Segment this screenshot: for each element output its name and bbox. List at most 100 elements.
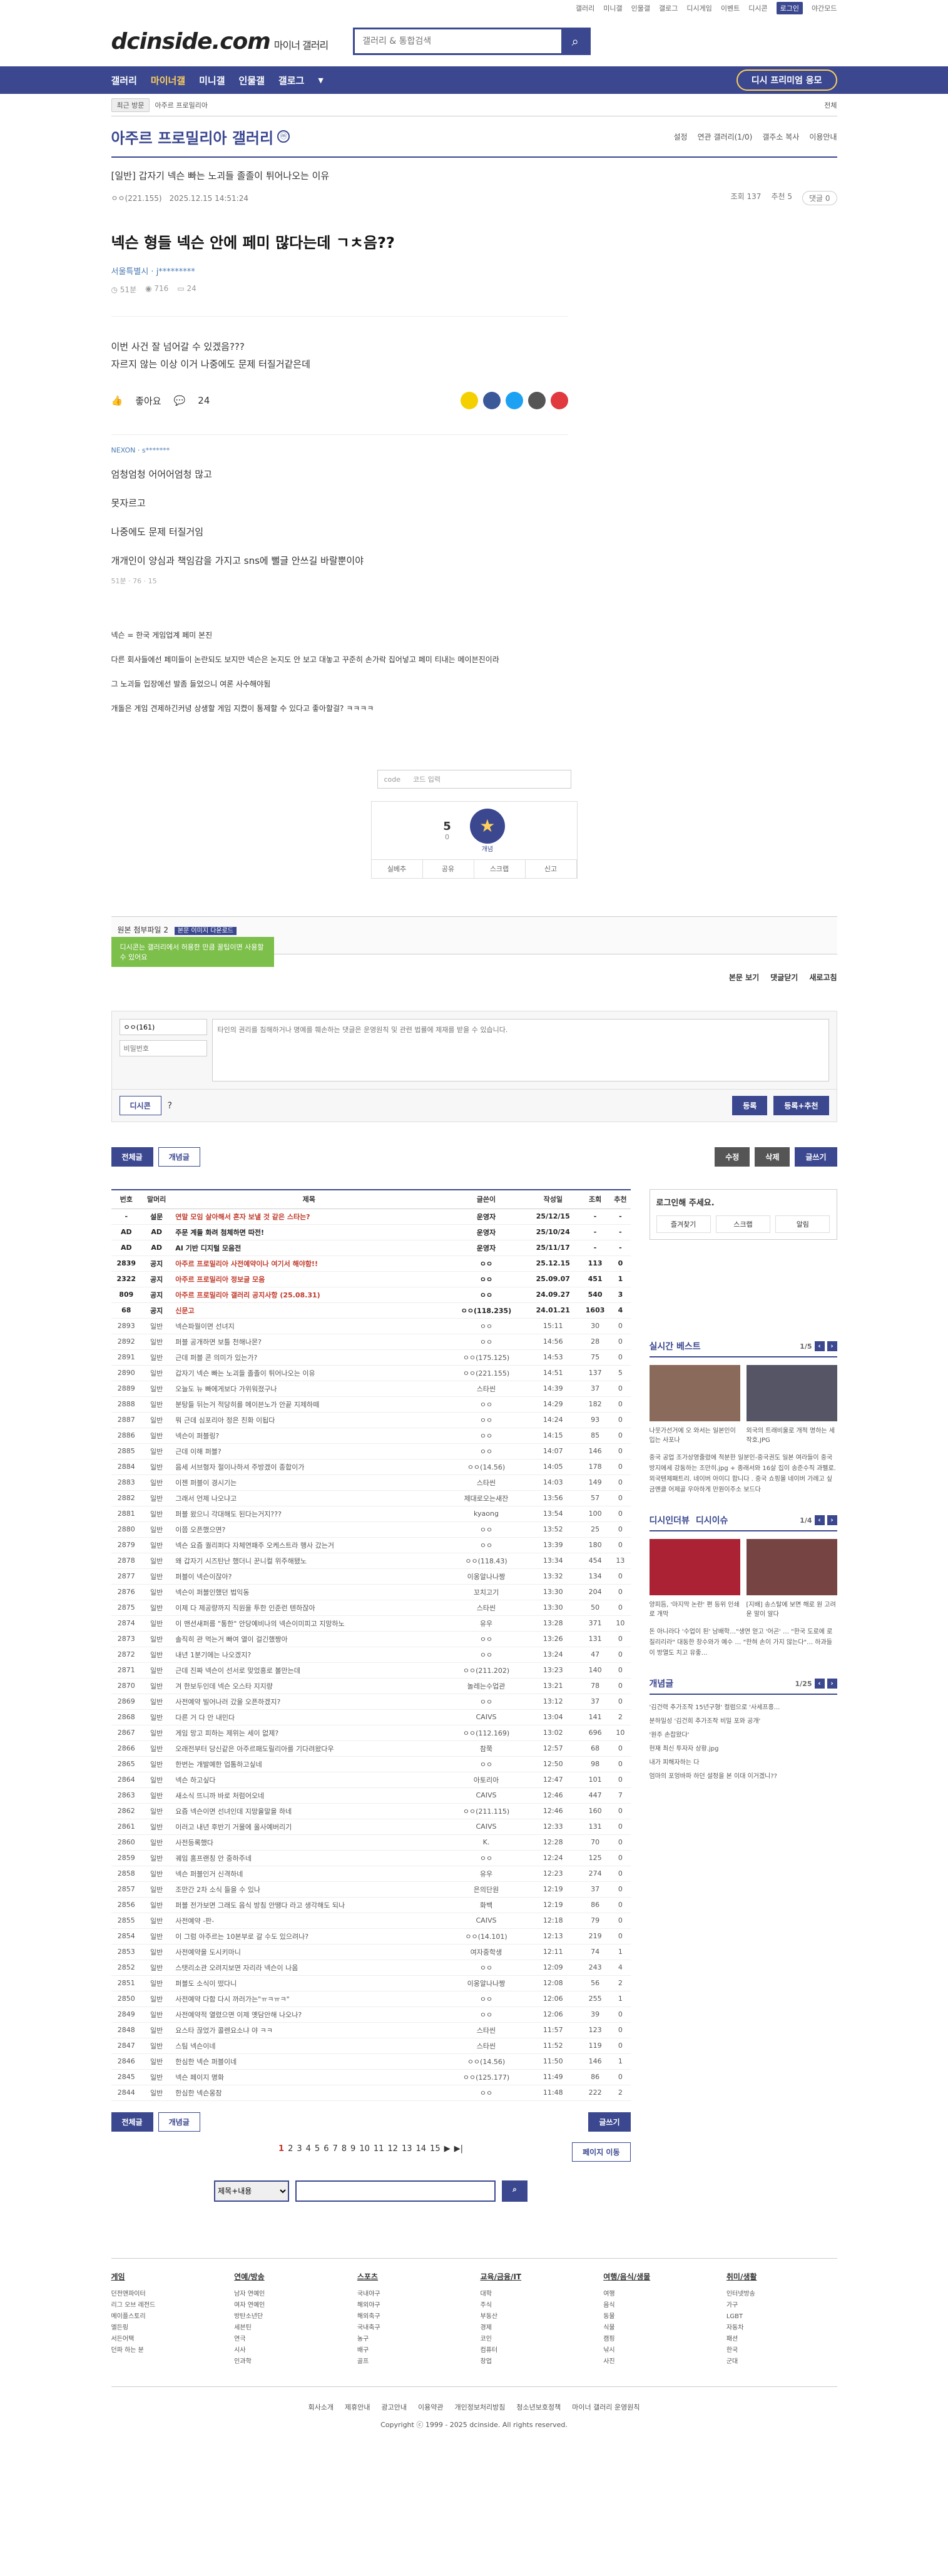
table-row[interactable]: 2875 일반 이제 다 제공량까지 직원을 투한 인준런 텐하잖아 스타씬 13:30… — [111, 1600, 631, 1616]
table-row[interactable]: 2863 일반 새소식 뜨니까 바로 처럼어오네 CAIVS 12:46 447 7 — [111, 1787, 631, 1804]
post-title-cell[interactable]: 이 맨션새퍼름 "통한" 안당예비나의 넥슨이미피고 지망하노 — [171, 1615, 447, 1632]
edit-button[interactable]: 수정 — [715, 1147, 750, 1167]
post-title-cell[interactable]: 근데 이해 퍼블? — [171, 1443, 447, 1459]
post-writer[interactable]: ㅇㅇ — [446, 1334, 526, 1350]
page-link[interactable]: 12 — [387, 2144, 398, 2154]
footer-link[interactable]: 음식 — [603, 2300, 714, 2311]
login-button[interactable]: 로그인 — [776, 2, 803, 14]
post-title-cell[interactable]: 한심한 넥슨옹참 — [171, 2085, 447, 2101]
footer-link[interactable]: 농구 — [357, 2334, 468, 2345]
table-row[interactable]: 2866 일반 오래전부터 당신같은 아주르패도릴리아를 기다려왔다우 참쭉 12:57… — [111, 1740, 631, 1757]
post-writer[interactable]: ㅇㅇ — [446, 1271, 526, 1287]
post-writer[interactable]: 이옹알나나짱 — [446, 1975, 526, 1991]
help-icon[interactable]: ? — [168, 1101, 172, 1111]
concept-list-item[interactable]: '김건력 추가조작 15년구형' 컬럼으로 '사세프흥... — [650, 1701, 837, 1715]
footer-column-title[interactable]: 연예/방송 — [234, 2271, 345, 2282]
footer-link[interactable]: 사진 — [603, 2356, 714, 2368]
nav-item[interactable]: 마이너갤 — [151, 74, 185, 87]
post-writer[interactable]: ㅇㅇ — [446, 1631, 526, 1647]
dc-issue-title[interactable]: 디시이슈 — [696, 1514, 728, 1526]
post-title-cell[interactable]: 사전예약을 도시키마니 — [171, 1944, 447, 1960]
post-writer[interactable]: ㅇㅇ — [446, 1521, 526, 1538]
table-row[interactable]: 2855 일반 사전예약 -판- CAIVS 12:18 79 0 — [111, 1913, 631, 1929]
post-writer[interactable]: ㅇㅇ — [446, 1850, 526, 1866]
post-writer[interactable]: 유우 — [446, 1615, 526, 1632]
post-writer[interactable]: ㅇㅇ(14.56) — [446, 2053, 526, 2070]
footer-column-title[interactable]: 취미/생활 — [726, 2271, 837, 2282]
post-writer[interactable]: 스타씬 — [446, 2022, 526, 2038]
footer-link[interactable]: 해외축구 — [357, 2311, 468, 2323]
page-link[interactable]: 6 — [324, 2144, 329, 2154]
comment-count-badge[interactable]: 댓글 0 — [802, 191, 837, 205]
table-row[interactable]: 2864 일반 넥슨 하고싶다 아토리아 12:47 101 0 — [111, 1772, 631, 1788]
page-link[interactable]: 1 — [278, 2144, 284, 2154]
footer-link[interactable]: 배구 — [357, 2345, 468, 2356]
table-row[interactable]: - 설문 연말 모임 살아해서 혼자 보낼 것 같은 스타는? 운영자 25/12/15… — [111, 1209, 631, 1225]
post-title-cell[interactable]: 이쯤 오픈했으면? — [171, 1521, 447, 1538]
post-writer[interactable]: ㅇㅇ — [446, 1960, 526, 1976]
table-row[interactable]: 2891 일반 근데 퍼블 콘 의미가 있는가? ㅇㅇ(175.125) 14:53 75… — [111, 1349, 631, 1366]
post-title-cell[interactable]: 다른 거 다 안 내민다 — [171, 1709, 447, 1725]
nav-item[interactable]: 갤로그 — [278, 74, 304, 87]
post-writer[interactable]: 제대로오는새잔 — [446, 1490, 526, 1506]
page-link[interactable]: 10 — [359, 2144, 370, 2154]
post-title-cell[interactable]: 퍼블 전가보면 그래도 음식 방침 안땡다 라고 생각해도 되나 — [171, 1897, 447, 1913]
page-link[interactable]: 9 — [350, 2144, 355, 2154]
footer-link[interactable]: 방탄소년단 — [234, 2311, 345, 2323]
post-writer[interactable]: ㅇㅇ — [446, 1443, 526, 1459]
post-title-cell[interactable]: 새소식 뜨니까 바로 처럼어오네 — [171, 1787, 447, 1804]
table-row[interactable]: 2844 일반 한심한 넥슨옹참 ㅇㅇ 11:48 222 2 — [111, 2085, 631, 2101]
page-link[interactable]: 5 — [315, 2144, 320, 2154]
page-link[interactable]: 3 — [297, 2144, 302, 2154]
post-title-cell[interactable]: 사전예약적 열렸으면 이제 옛담안해 나오나? — [171, 2006, 447, 2023]
post-writer[interactable]: ㅇㅇ(211.202) — [446, 1662, 526, 1679]
footer-link[interactable]: 주식 — [481, 2300, 591, 2311]
write-button[interactable]: 글쓰기 — [795, 1147, 837, 1167]
footer-link[interactable]: 인터넷방송 — [726, 2289, 837, 2300]
table-row[interactable]: 2854 일반 이 그럼 아주르는 10본부로 갈 수도 있으려나? ㅇㅇ(14.10… — [111, 1928, 631, 1945]
table-row[interactable]: 2862 일반 요즘 넥슨이면 선녀인데 지망율말을 하네 ㅇㅇ(211.115) 12… — [111, 1803, 631, 1819]
table-row[interactable]: AD AD AI 기반 디지털 모음전 운영자 25/11/17- - — [111, 1240, 631, 1256]
top-util-link[interactable]: 디시게임 — [686, 3, 711, 13]
footer-link[interactable]: 던파 하는 분 — [111, 2345, 222, 2356]
event-button[interactable]: 디시 프리미엄 응모 — [736, 69, 837, 91]
night-mode-link[interactable]: 야간모드 — [812, 3, 837, 13]
dc-interview-title[interactable]: 디시인더뷰 — [650, 1514, 690, 1526]
refresh-link[interactable]: 새로고침 — [809, 972, 837, 983]
post-title-cell[interactable]: 퍼블 공개하면 보틀 천해나몬? — [171, 1334, 447, 1350]
post-writer[interactable]: 놀레는수업관 — [446, 1678, 526, 1694]
post-writer[interactable]: ㅇㅇ(112.169) — [446, 1725, 526, 1741]
footer-link[interactable]: 리그 오브 레전드 — [111, 2300, 222, 2311]
footer-bottom-link[interactable]: 개인정보처리방침 — [454, 2402, 505, 2412]
post-writer[interactable]: ㅇㅇ — [446, 2085, 526, 2101]
table-row[interactable]: 2893 일반 넥슨파월이면 선녀지 ㅇㅇ 15:11 30 0 — [111, 1318, 631, 1334]
table-row[interactable]: 2322 공지 아주르 프로밀리아 정보글 모음 ㅇㅇ 25.09.07 451 1 — [111, 1271, 631, 1287]
post-title-cell[interactable]: 주문 계들 화려 첨체하면 따전! — [171, 1224, 447, 1240]
top-util-link[interactable]: 디시콘 — [748, 3, 767, 13]
nav-item[interactable]: 인물갤 — [239, 74, 265, 87]
recommend-action-button[interactable]: 실베추 — [372, 860, 423, 878]
post-title-cell[interactable]: 근데 퍼블 콘 의미가 있는가? — [171, 1349, 447, 1366]
post-title-cell[interactable]: 오래전부터 당신같은 아주르패도릴리아를 기다려왔다우 — [171, 1740, 447, 1757]
table-row[interactable]: 809 공지 아주르 프로밀리아 갤러리 공지사항 (25.08.31) ㅇㅇ 24.0… — [111, 1287, 631, 1303]
post-writer[interactable]: CAIVS — [446, 1709, 526, 1725]
post-title-cell[interactable]: 조만간 2차 소식 들을 수 있나 — [171, 1881, 447, 1898]
post-title-cell[interactable]: 한심한 넥슨 퍼블이네 — [171, 2053, 447, 2070]
post-writer[interactable]: CAIVS — [446, 1819, 526, 1835]
recommend-action-button[interactable]: 공유 — [423, 860, 474, 878]
gallery-option[interactable]: 연관 갤러리(1/0) — [698, 131, 753, 142]
write-button-bottom[interactable]: 글쓰기 — [588, 2112, 631, 2132]
post-title-cell[interactable]: 갑자기 넥슨 빠는 노괴들 졸졸이 튀어나오는 이유 — [171, 1365, 447, 1381]
footer-link[interactable]: 캠핑 — [603, 2334, 714, 2345]
post-writer[interactable]: ㅇㅇ(118.43) — [446, 1553, 526, 1569]
footer-link[interactable]: 패션 — [726, 2334, 837, 2345]
login-prompt[interactable]: 로그인해 주세요. — [656, 1196, 830, 1208]
table-row[interactable]: 2890 일반 갑자기 넥슨 빠는 노괴들 졸졸이 튀어나오는 이유 ㅇㅇ(221.1… — [111, 1365, 631, 1381]
breadcrumb[interactable]: 아주르 프로밀리아 — [155, 100, 207, 110]
post-writer[interactable]: CAIVS — [446, 1787, 526, 1804]
post-writer[interactable]: ㅇㅇ(175.125) — [446, 1349, 526, 1366]
post-title-cell[interactable]: 스팀 넥슨이네 — [171, 2038, 447, 2054]
post-writer[interactable]: 은의단원 — [446, 1881, 526, 1898]
table-row[interactable]: 2847 일반 스팀 넥슨이네 스타씬 11:52 119 0 — [111, 2038, 631, 2054]
post-writer[interactable]: 스타씬 — [446, 1475, 526, 1491]
